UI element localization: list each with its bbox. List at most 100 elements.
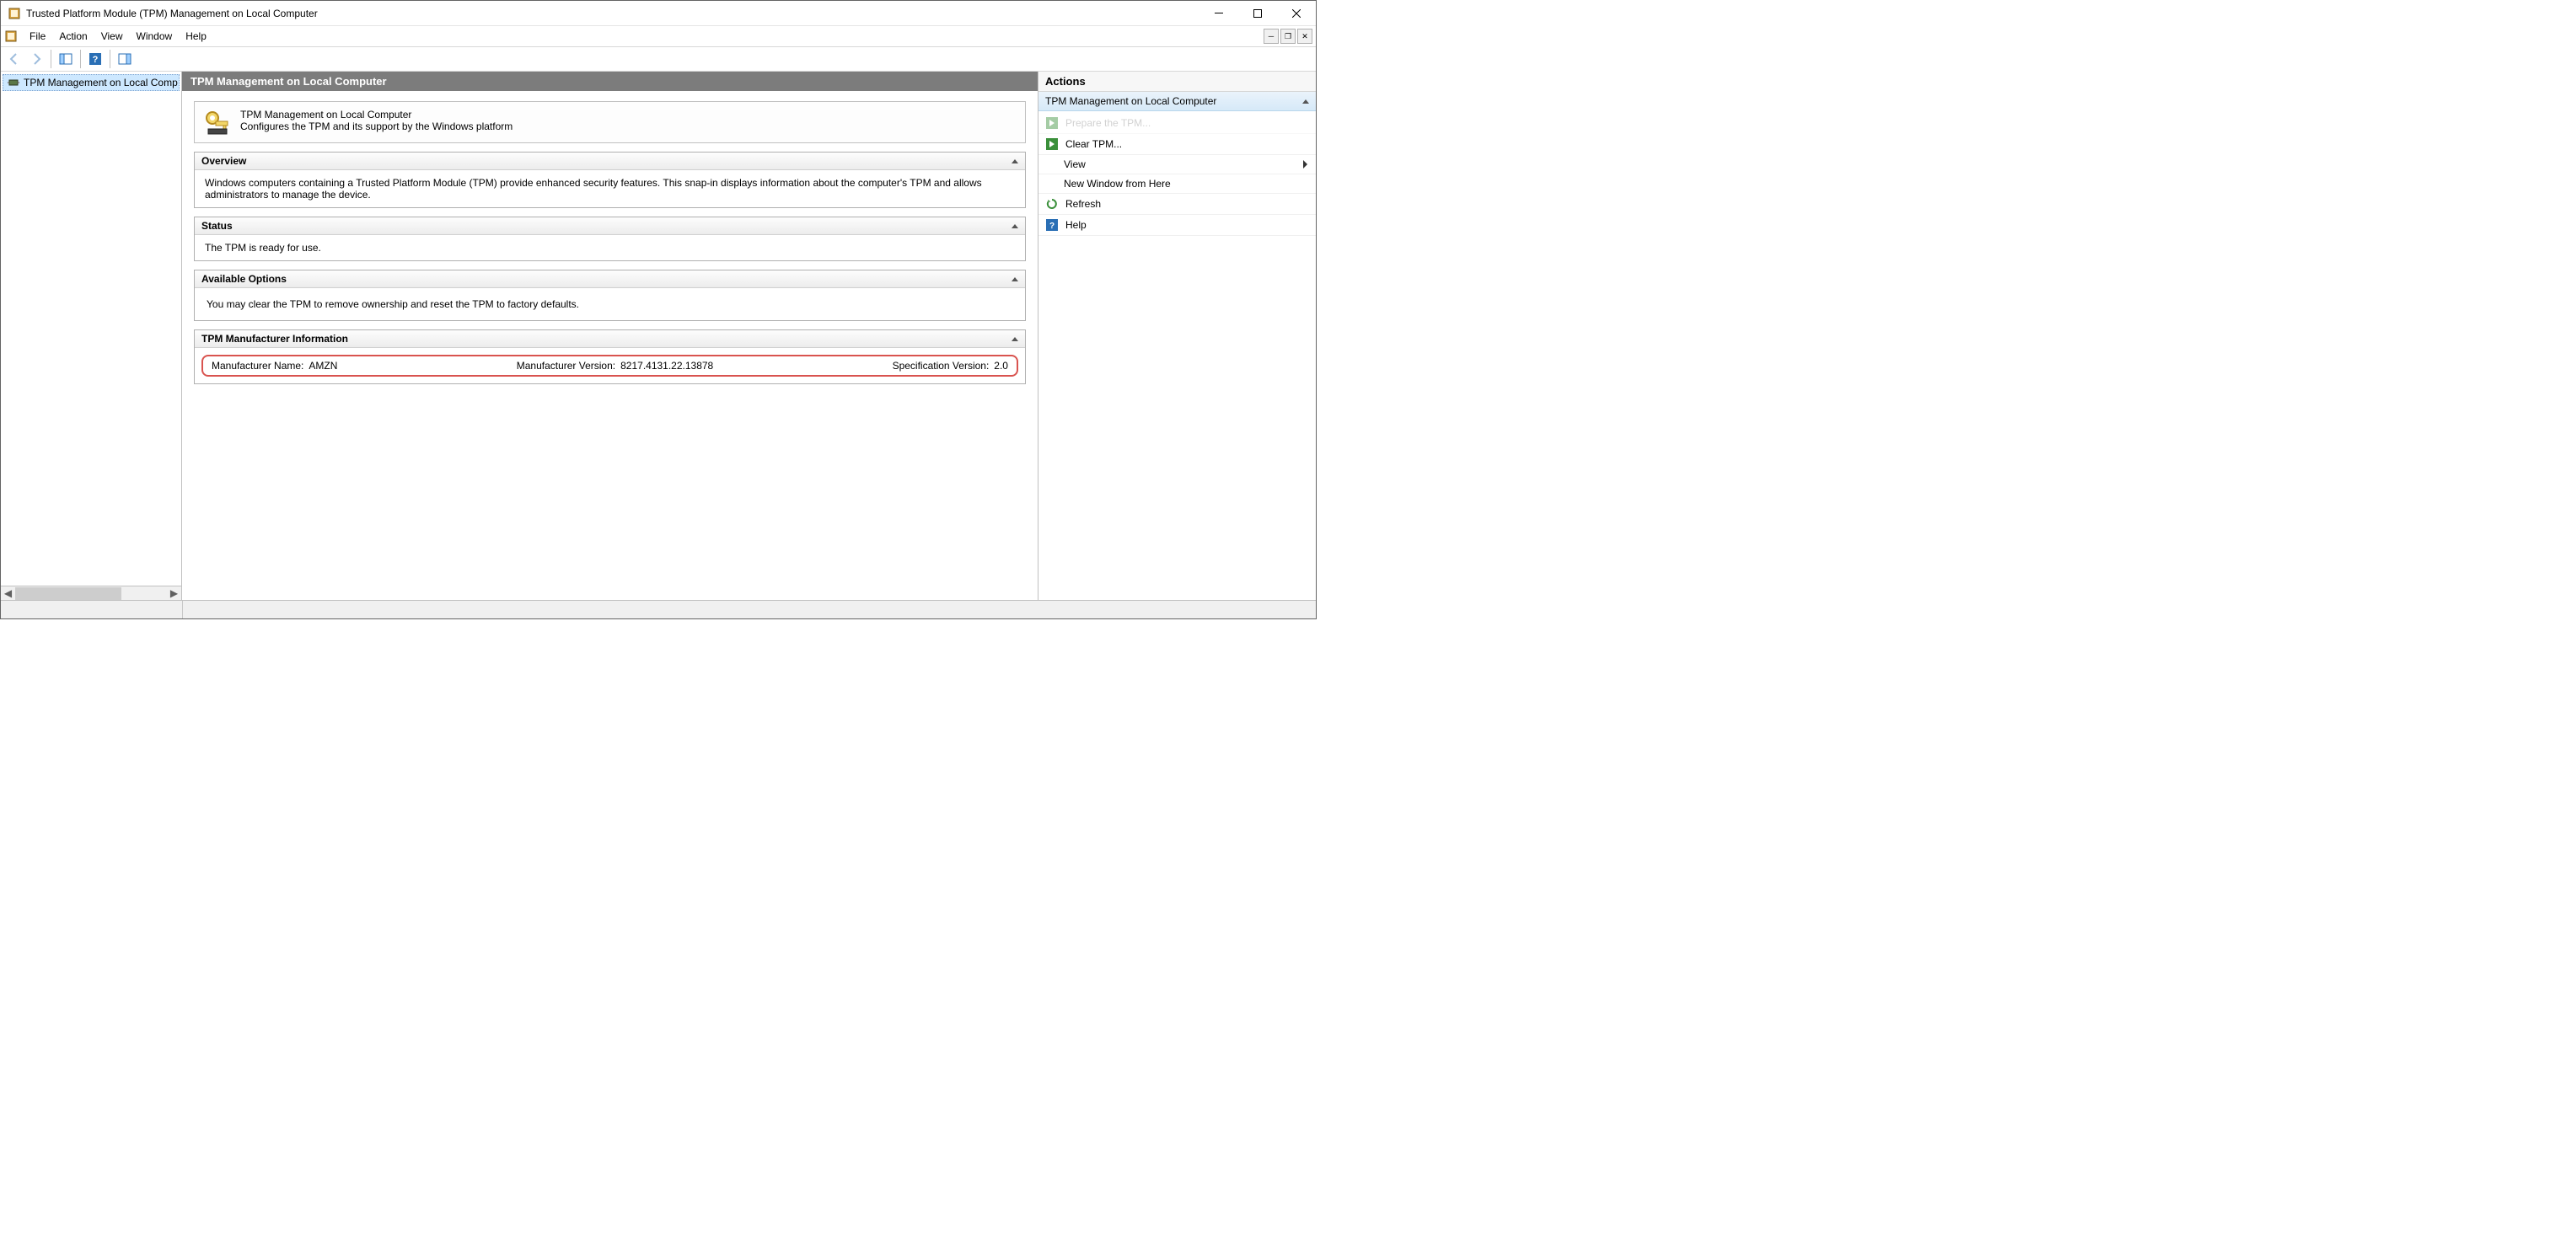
menu-window[interactable]: Window <box>130 28 180 45</box>
toolbar-separator <box>80 50 81 68</box>
tree-node-tpm-root[interactable]: TPM Management on Local Comp <box>3 74 180 91</box>
specification-version-field: Specification Version: 2.0 <box>893 360 1008 372</box>
manufacturer-version-label: Manufacturer Version: <box>517 360 615 372</box>
action-new-window[interactable]: New Window from Here <box>1038 174 1316 194</box>
intro-text: TPM Management on Local Computer Configu… <box>240 109 513 132</box>
details-pane: TPM Management on Local Computer TPM <box>182 72 1038 600</box>
app-icon <box>8 7 21 20</box>
section-options-header[interactable]: Available Options <box>195 270 1025 288</box>
specification-version-value: 2.0 <box>994 360 1008 372</box>
manufacturer-name-value: AMZN <box>309 360 337 372</box>
mdi-close-button[interactable]: ✕ <box>1297 29 1312 44</box>
svg-text:?: ? <box>93 55 99 65</box>
mdi-restore-button[interactable]: ❐ <box>1280 29 1296 44</box>
section-overview-body: Windows computers containing a Trusted P… <box>195 170 1025 207</box>
collapse-caret-icon <box>1012 224 1018 228</box>
statusbar-cell <box>1 601 183 618</box>
manufacturer-version-field: Manufacturer Version: 8217.4131.22.13878 <box>517 360 714 372</box>
content-area: TPM Management on Local Comp ◀ ▶ TPM Man… <box>1 72 1316 600</box>
menu-help[interactable]: Help <box>179 28 213 45</box>
minimize-button[interactable] <box>1199 1 1238 25</box>
submenu-arrow-icon <box>1303 160 1307 169</box>
actions-pane: Actions TPM Management on Local Computer… <box>1038 72 1316 600</box>
nav-back-button[interactable] <box>4 49 24 69</box>
toolbar: ? <box>1 47 1316 72</box>
maximize-button[interactable] <box>1238 1 1277 25</box>
menu-view[interactable]: View <box>94 28 130 45</box>
menu-action[interactable]: Action <box>52 28 94 45</box>
section-manufacturer-title: TPM Manufacturer Information <box>201 333 348 345</box>
section-status-body: The TPM is ready for use. <box>195 235 1025 260</box>
scroll-thumb[interactable] <box>15 587 121 600</box>
action-view-submenu[interactable]: View <box>1038 155 1316 174</box>
actions-list: Prepare the TPM... Clear TPM... View New… <box>1038 111 1316 238</box>
section-options-body: You may clear the TPM to remove ownershi… <box>195 288 1025 320</box>
action-refresh[interactable]: Refresh <box>1038 194 1316 215</box>
show-hide-tree-button[interactable] <box>56 49 76 69</box>
manufacturer-name-label: Manufacturer Name: <box>212 360 303 372</box>
tpm-key-icon <box>203 109 230 136</box>
window-controls <box>1199 1 1316 25</box>
actions-header: Actions <box>1038 72 1316 92</box>
scroll-right-arrow[interactable]: ▶ <box>167 587 181 600</box>
manufacturer-highlight-row: Manufacturer Name: AMZN Manufacturer Ver… <box>201 355 1018 377</box>
section-status: Status The TPM is ready for use. <box>194 217 1026 261</box>
collapse-caret-icon <box>1012 277 1018 281</box>
scroll-track[interactable] <box>15 587 167 600</box>
section-overview: Overview Windows computers containing a … <box>194 152 1026 208</box>
manufacturer-version-value: 8217.4131.22.13878 <box>620 360 713 372</box>
actions-group-header[interactable]: TPM Management on Local Computer <box>1038 92 1316 111</box>
arrow-right-green-icon <box>1045 137 1059 151</box>
tpm-chip-icon <box>7 76 20 89</box>
section-overview-header[interactable]: Overview <box>195 153 1025 170</box>
section-manufacturer: TPM Manufacturer Information Manufacture… <box>194 329 1026 384</box>
intro-title: TPM Management on Local Computer <box>240 109 513 120</box>
action-help[interactable]: ? Help <box>1038 215 1316 236</box>
action-label: View <box>1064 158 1086 170</box>
collapse-caret-icon <box>1302 99 1309 104</box>
menu-file[interactable]: File <box>23 28 52 45</box>
menubar: File Action View Window Help ─ ❐ ✕ <box>1 26 1316 47</box>
action-label: Clear TPM... <box>1065 138 1122 150</box>
section-manufacturer-body: Manufacturer Name: AMZN Manufacturer Ver… <box>195 348 1025 383</box>
action-label: Help <box>1065 219 1087 231</box>
details-body: TPM Management on Local Computer Configu… <box>182 91 1038 600</box>
statusbar <box>1 600 1316 618</box>
statusbar-cell <box>183 601 1316 618</box>
nav-forward-button[interactable] <box>26 49 46 69</box>
section-overview-title: Overview <box>201 155 246 167</box>
menubar-app-icon <box>4 29 18 43</box>
titlebar: Trusted Platform Module (TPM) Management… <box>1 1 1316 26</box>
action-label: Prepare the TPM... <box>1065 117 1151 129</box>
svg-text:?: ? <box>1049 222 1055 231</box>
console-tree-pane: TPM Management on Local Comp ◀ ▶ <box>1 72 182 600</box>
section-options: Available Options You may clear the TPM … <box>194 270 1026 321</box>
tree-horizontal-scrollbar[interactable]: ◀ ▶ <box>1 586 181 600</box>
console-tree[interactable]: TPM Management on Local Comp <box>1 72 181 586</box>
action-prepare-tpm[interactable]: Prepare the TPM... <box>1038 113 1316 134</box>
help-button[interactable]: ? <box>85 49 105 69</box>
show-hide-action-pane-button[interactable] <box>115 49 135 69</box>
arrow-right-green-icon <box>1045 116 1059 130</box>
details-header: TPM Management on Local Computer <box>182 72 1038 91</box>
tree-node-label: TPM Management on Local Comp <box>24 77 178 88</box>
manufacturer-name-field: Manufacturer Name: AMZN <box>212 360 337 372</box>
collapse-caret-icon <box>1012 159 1018 163</box>
window-title: Trusted Platform Module (TPM) Management… <box>26 8 1199 19</box>
specification-version-label: Specification Version: <box>893 360 990 372</box>
action-label: Refresh <box>1065 198 1101 210</box>
mdi-minimize-button[interactable]: ─ <box>1264 29 1279 44</box>
section-options-title: Available Options <box>201 273 287 285</box>
action-label: New Window from Here <box>1064 178 1171 190</box>
action-clear-tpm[interactable]: Clear TPM... <box>1038 134 1316 155</box>
intro-description: Configures the TPM and its support by th… <box>240 120 513 132</box>
mdi-controls: ─ ❐ ✕ <box>1262 29 1312 44</box>
section-status-title: Status <box>201 220 233 232</box>
refresh-icon <box>1045 197 1059 211</box>
close-button[interactable] <box>1277 1 1316 25</box>
scroll-left-arrow[interactable]: ◀ <box>1 587 15 600</box>
intro-box: TPM Management on Local Computer Configu… <box>194 101 1026 143</box>
help-icon: ? <box>1045 218 1059 232</box>
section-manufacturer-header[interactable]: TPM Manufacturer Information <box>195 330 1025 348</box>
section-status-header[interactable]: Status <box>195 217 1025 235</box>
